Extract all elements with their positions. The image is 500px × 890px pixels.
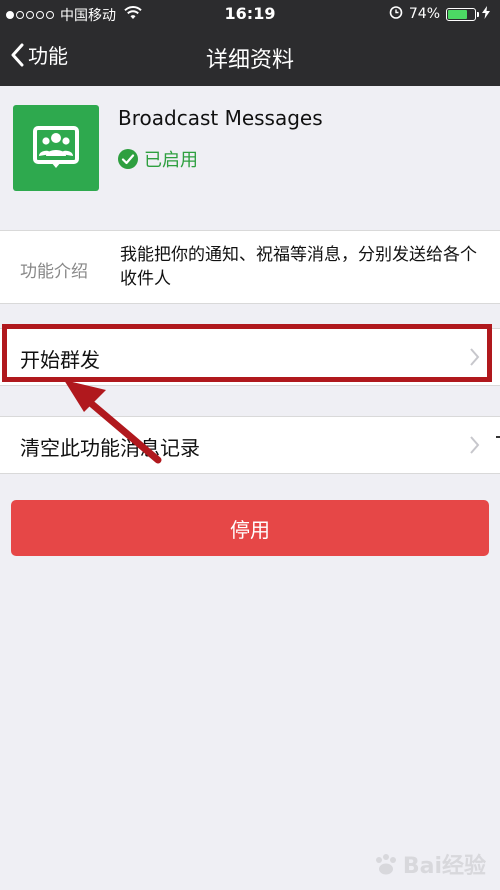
alarm-clock-icon bbox=[389, 5, 403, 23]
feature-name: Broadcast Messages bbox=[118, 106, 323, 130]
intro-text: 我能把你的通知、祝福等消息，分别发送给各个收件人 bbox=[120, 245, 477, 289]
start-group-send-label: 开始群发 bbox=[20, 348, 100, 372]
watermark-text: Bai经验 bbox=[402, 854, 486, 879]
edge-mark bbox=[496, 436, 500, 438]
watermark: Bai经验 bbox=[373, 848, 486, 880]
enabled-status: 已启用 bbox=[144, 150, 198, 171]
chevron-right-icon bbox=[470, 348, 480, 366]
check-circle-icon bbox=[118, 149, 138, 169]
status-bar: 中国移动 16:19 74% bbox=[0, 0, 500, 28]
feature-profile: Broadcast Messages 已启用 bbox=[0, 86, 500, 228]
paw-icon bbox=[375, 854, 396, 875]
battery-percent: 74% bbox=[408, 6, 440, 22]
status-row: 已启用 bbox=[118, 146, 198, 172]
start-group-send-cell[interactable]: 开始群发 bbox=[0, 328, 500, 386]
clear-history-label: 清空此功能消息记录 bbox=[20, 436, 200, 460]
chevron-right-icon bbox=[470, 436, 480, 454]
intro-label: 功能介绍 bbox=[20, 262, 88, 282]
disable-button[interactable]: 停用 bbox=[11, 500, 489, 556]
clear-history-cell[interactable]: 清空此功能消息记录 bbox=[0, 416, 500, 474]
navigation-bar: 功能 详细资料 bbox=[0, 28, 500, 86]
page-title: 详细资料 bbox=[205, 48, 294, 73]
charging-bolt-icon bbox=[482, 5, 490, 23]
feature-intro-cell: 功能介绍 我能把你的通知、祝福等消息，分别发送给各个收件人 bbox=[0, 230, 500, 304]
status-right: 74% bbox=[389, 5, 490, 23]
broadcast-app-icon bbox=[13, 105, 99, 191]
battery-icon bbox=[446, 7, 479, 21]
